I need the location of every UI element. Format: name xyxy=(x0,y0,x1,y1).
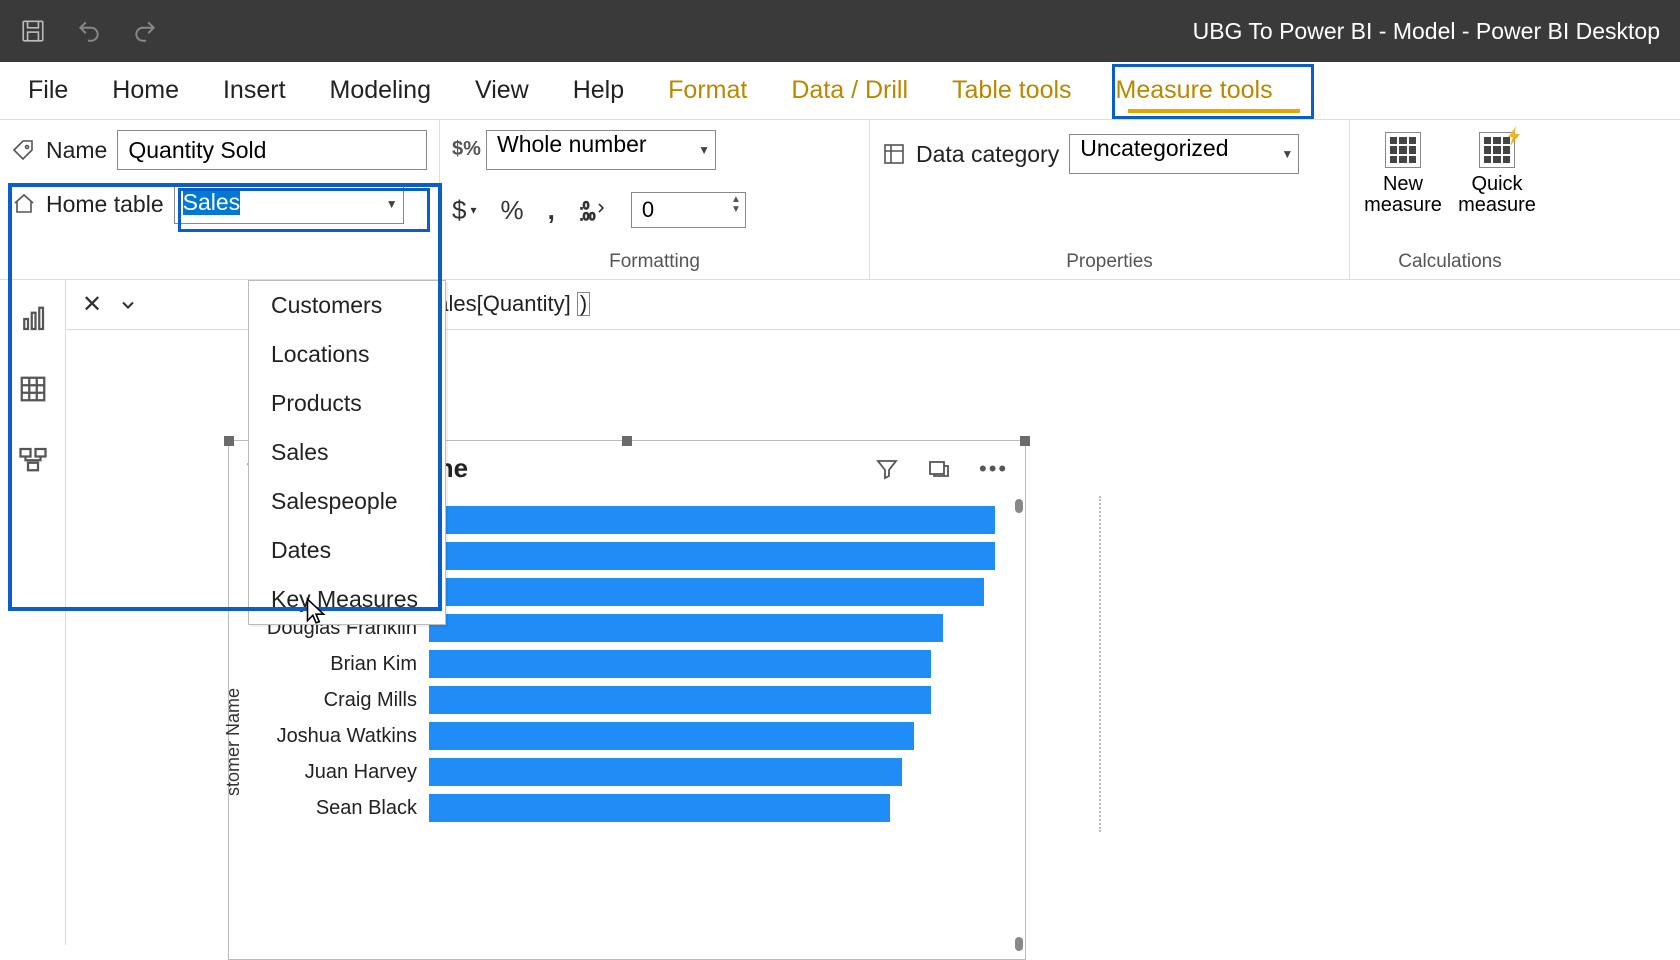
filter-icon[interactable] xyxy=(875,457,903,481)
data-view-icon[interactable] xyxy=(18,374,48,404)
dropdown-item-dates[interactable]: Dates xyxy=(249,526,445,575)
menu-insert[interactable]: Insert xyxy=(223,76,286,105)
home-table-label: Home table xyxy=(46,191,164,218)
chart-category-label: Sean Black xyxy=(259,797,429,820)
format-type-icon: $% xyxy=(452,138,476,162)
chart-bar xyxy=(429,794,890,822)
menu-help[interactable]: Help xyxy=(573,76,624,105)
calculator-icon xyxy=(1385,132,1421,168)
menu-datadrill[interactable]: Data / Drill xyxy=(791,76,908,105)
menu-home[interactable]: Home xyxy=(112,76,179,105)
chart-bar xyxy=(429,542,995,570)
titlebar: UBG To Power BI - Model - Power BI Deskt… xyxy=(0,0,1680,62)
decimal-count-input[interactable]: 0 ▲▼ xyxy=(631,192,746,228)
dropdown-item-locations[interactable]: Locations xyxy=(249,330,445,379)
svg-text:.00: .00 xyxy=(580,211,595,222)
name-label: Name xyxy=(46,137,107,164)
formula-cancel-icon[interactable]: ✕ xyxy=(82,290,102,319)
chart-bar xyxy=(429,650,931,678)
home-table-icon xyxy=(12,192,36,216)
new-measure-button[interactable]: Newmeasure xyxy=(1362,132,1444,216)
quick-measure-button[interactable]: Quickmeasure xyxy=(1456,132,1538,216)
active-tab-underline xyxy=(1128,109,1300,113)
spinner-down-icon[interactable]: ▼ xyxy=(731,205,741,215)
format-type-value: Whole number xyxy=(486,130,716,170)
currency-format-button[interactable]: $▾ xyxy=(452,195,477,226)
focus-mode-icon[interactable] xyxy=(927,457,955,481)
formula-commit-icon[interactable] xyxy=(118,295,138,315)
chart-bar xyxy=(429,614,943,642)
chart-bar-row: Brian Kim xyxy=(259,646,1013,682)
dropdown-item-sales[interactable]: Sales xyxy=(249,428,445,477)
window-title: UBG To Power BI - Model - Power BI Deskt… xyxy=(1193,18,1660,45)
home-table-selected: Sales xyxy=(183,189,241,215)
ribbon-group-calculations: Newmeasure Quickmeasure Calculations xyxy=(1350,120,1550,279)
menubar: File Home Insert Modeling View Help Form… xyxy=(0,62,1680,120)
chart-bar xyxy=(429,578,984,606)
resize-handle[interactable] xyxy=(1020,436,1030,446)
view-rail xyxy=(0,280,66,945)
data-category-label: Data category xyxy=(916,141,1059,168)
chart-category-label: Joshua Watkins xyxy=(259,725,429,748)
menu-tabletools[interactable]: Table tools xyxy=(952,76,1072,105)
decimal-places-button[interactable]: .0.00 xyxy=(579,198,607,222)
chart-bar xyxy=(429,758,902,786)
data-category-icon xyxy=(882,142,906,166)
ribbon: Name Home table Sales ▼ $% Whole number … xyxy=(0,120,1680,280)
report-view-icon[interactable] xyxy=(18,304,48,334)
chart-bar-row: Joshua Watkins xyxy=(259,718,1013,754)
more-options-icon[interactable]: ••• xyxy=(979,456,1007,482)
chart-bar xyxy=(429,506,995,534)
ribbon-group-formatting: $% Whole number ▼ $▾ % , .0.00 0 ▲▼ Form… xyxy=(440,120,870,279)
menu-modeling[interactable]: Modeling xyxy=(330,76,431,105)
y-axis-label: stomer Name xyxy=(223,688,244,796)
scrollbar-thumb[interactable] xyxy=(1015,937,1023,951)
percent-format-button[interactable]: % xyxy=(501,195,524,226)
canvas-area: ✕ Sold = SUM( Sales[Quantity] ) Customer… xyxy=(66,280,1680,945)
chart-category-label: Brian Kim xyxy=(259,653,429,676)
group-label-formatting: Formatting xyxy=(452,251,857,277)
thousands-sep-button[interactable]: , xyxy=(548,195,555,226)
group-label-calculations: Calculations xyxy=(1362,251,1538,277)
dropdown-item-salespeople[interactable]: Salespeople xyxy=(249,477,445,526)
data-category-value: Uncategorized xyxy=(1069,134,1299,174)
home-table-select[interactable]: Sales ▼ xyxy=(174,184,404,224)
chart-gridline xyxy=(1099,496,1101,832)
menu-view[interactable]: View xyxy=(475,76,529,105)
name-tag-icon xyxy=(12,138,36,162)
decimal-count-value: 0 xyxy=(642,197,654,223)
dropdown-item-customers[interactable]: Customers xyxy=(249,281,445,330)
workspace: ✕ Sold = SUM( Sales[Quantity] ) Customer… xyxy=(0,280,1680,945)
dropdown-item-products[interactable]: Products xyxy=(249,379,445,428)
home-table-dropdown-list[interactable]: Customers Locations Products Sales Sales… xyxy=(248,280,446,625)
ribbon-group-properties: Data category Uncategorized ▼ Properties xyxy=(870,120,1350,279)
resize-handle[interactable] xyxy=(622,436,632,446)
redo-icon[interactable] xyxy=(132,18,158,44)
undo-icon[interactable] xyxy=(76,18,102,44)
data-category-select[interactable]: Uncategorized ▼ xyxy=(1069,134,1299,174)
chart-bar-row: Sean Black xyxy=(259,790,1013,826)
format-type-select[interactable]: Whole number ▼ xyxy=(486,130,716,170)
chart-bar xyxy=(429,722,914,750)
menu-format[interactable]: Format xyxy=(668,76,747,105)
dropdown-item-keymeasures[interactable]: Key Measures xyxy=(249,575,445,624)
group-label-properties: Properties xyxy=(882,251,1337,277)
menu-file[interactable]: File xyxy=(28,76,68,105)
resize-handle[interactable] xyxy=(224,436,234,446)
ribbon-group-structure: Name Home table Sales ▼ xyxy=(0,120,440,279)
chart-bar-row: Juan Harvey xyxy=(259,754,1013,790)
chart-category-label: Juan Harvey xyxy=(259,761,429,784)
name-input[interactable] xyxy=(117,130,427,170)
chart-bar-row: Craig Mills xyxy=(259,682,1013,718)
menu-measuretools[interactable]: Measure tools xyxy=(1116,76,1273,105)
chart-category-label: Craig Mills xyxy=(259,689,429,712)
chart-bar xyxy=(429,686,931,714)
calculator-icon xyxy=(1479,132,1515,168)
save-icon[interactable] xyxy=(20,18,46,44)
model-view-icon[interactable] xyxy=(18,444,48,474)
